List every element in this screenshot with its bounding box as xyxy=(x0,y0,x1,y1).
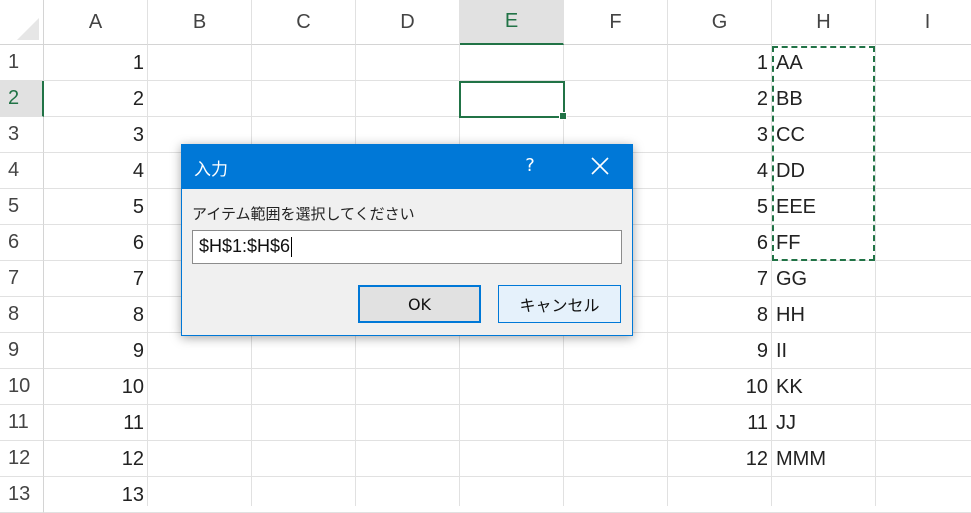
cell-g3[interactable]: 3 xyxy=(668,117,768,153)
row-header-11[interactable]: 11 xyxy=(0,405,44,441)
dialog-title: 入力 xyxy=(194,159,228,180)
cell-h10[interactable]: KK xyxy=(772,369,876,405)
cell-g11[interactable]: 11 xyxy=(668,405,768,441)
cell-a1[interactable]: 1 xyxy=(44,45,144,81)
cell-a5[interactable]: 5 xyxy=(44,189,144,225)
cell-g4[interactable]: 4 xyxy=(668,153,768,189)
column-header-h[interactable]: H xyxy=(772,0,876,45)
cell-h8[interactable]: HH xyxy=(772,297,876,333)
cell-h7[interactable]: GG xyxy=(772,261,876,297)
range-input-value: $H$1:$H$6 xyxy=(199,236,291,256)
cell-a10[interactable]: 10 xyxy=(44,369,144,405)
dialog-titlebar[interactable]: 入力 ? xyxy=(182,145,632,189)
column-header-d[interactable]: D xyxy=(356,0,460,45)
cell-a12[interactable]: 12 xyxy=(44,441,144,477)
cell-g12[interactable]: 12 xyxy=(668,441,768,477)
column-header-f[interactable]: F xyxy=(564,0,668,45)
gridline-vertical xyxy=(147,45,148,506)
select-all-button[interactable] xyxy=(0,0,44,45)
column-header-a[interactable]: A xyxy=(44,0,148,45)
row-header-9[interactable]: 9 xyxy=(0,333,44,369)
column-header-c[interactable]: C xyxy=(252,0,356,45)
help-icon[interactable]: ? xyxy=(520,155,540,176)
row-header-8[interactable]: 8 xyxy=(0,297,44,333)
cell-h9[interactable]: II xyxy=(772,333,876,369)
row-header-6[interactable]: 6 xyxy=(0,225,44,261)
row-header-4[interactable]: 4 xyxy=(0,153,44,189)
ok-button[interactable]: OK xyxy=(358,285,481,323)
column-header-e[interactable]: E xyxy=(460,0,564,45)
cell-a6[interactable]: 6 xyxy=(44,225,144,261)
cell-a11[interactable]: 11 xyxy=(44,405,144,441)
text-caret xyxy=(291,237,293,258)
cell-a3[interactable]: 3 xyxy=(44,117,144,153)
cell-h11[interactable]: JJ xyxy=(772,405,876,441)
dialog-prompt: アイテム範囲を選択してください xyxy=(192,205,415,223)
cell-g9[interactable]: 9 xyxy=(668,333,768,369)
row-header-10[interactable]: 10 xyxy=(0,369,44,405)
column-header-b[interactable]: B xyxy=(148,0,252,45)
row-header-5[interactable]: 5 xyxy=(0,189,44,225)
cell-a4[interactable]: 4 xyxy=(44,153,144,189)
row-header-2[interactable]: 2 xyxy=(0,81,44,117)
cell-a9[interactable]: 9 xyxy=(44,333,144,369)
cell-g5[interactable]: 5 xyxy=(668,189,768,225)
cell-g10[interactable]: 10 xyxy=(668,369,768,405)
cell-g8[interactable]: 8 xyxy=(668,297,768,333)
cell-a2[interactable]: 2 xyxy=(44,81,144,117)
cell-g6[interactable]: 6 xyxy=(668,225,768,261)
row-header-3[interactable]: 3 xyxy=(0,117,44,153)
cell-a8[interactable]: 8 xyxy=(44,297,144,333)
row-header-7[interactable]: 7 xyxy=(0,261,44,297)
select-all-triangle-icon xyxy=(17,18,39,40)
active-cell-e2[interactable] xyxy=(459,81,567,120)
cell-g7[interactable]: 7 xyxy=(668,261,768,297)
cell-a13[interactable]: 13 xyxy=(44,477,144,513)
cell-g2[interactable]: 2 xyxy=(668,81,768,117)
cancel-button[interactable]: キャンセル xyxy=(498,285,621,323)
fill-handle[interactable] xyxy=(559,112,567,120)
row-header-13[interactable]: 13 xyxy=(0,477,44,513)
input-dialog: 入力 ? アイテム範囲を選択してください $H$1:$H$6 OK キャンセル xyxy=(181,144,633,336)
close-icon[interactable] xyxy=(587,153,613,179)
column-header-g[interactable]: G xyxy=(668,0,772,45)
cell-h12[interactable]: MMM xyxy=(772,441,876,477)
row-header-1[interactable]: 1 xyxy=(0,45,44,81)
copy-marquee-h1-h6 xyxy=(772,46,875,261)
cell-g1[interactable]: 1 xyxy=(668,45,768,81)
range-input[interactable]: $H$1:$H$6 xyxy=(192,230,622,264)
cell-a7[interactable]: 7 xyxy=(44,261,144,297)
row-header-12[interactable]: 12 xyxy=(0,441,44,477)
column-header-i[interactable]: I xyxy=(876,0,971,45)
